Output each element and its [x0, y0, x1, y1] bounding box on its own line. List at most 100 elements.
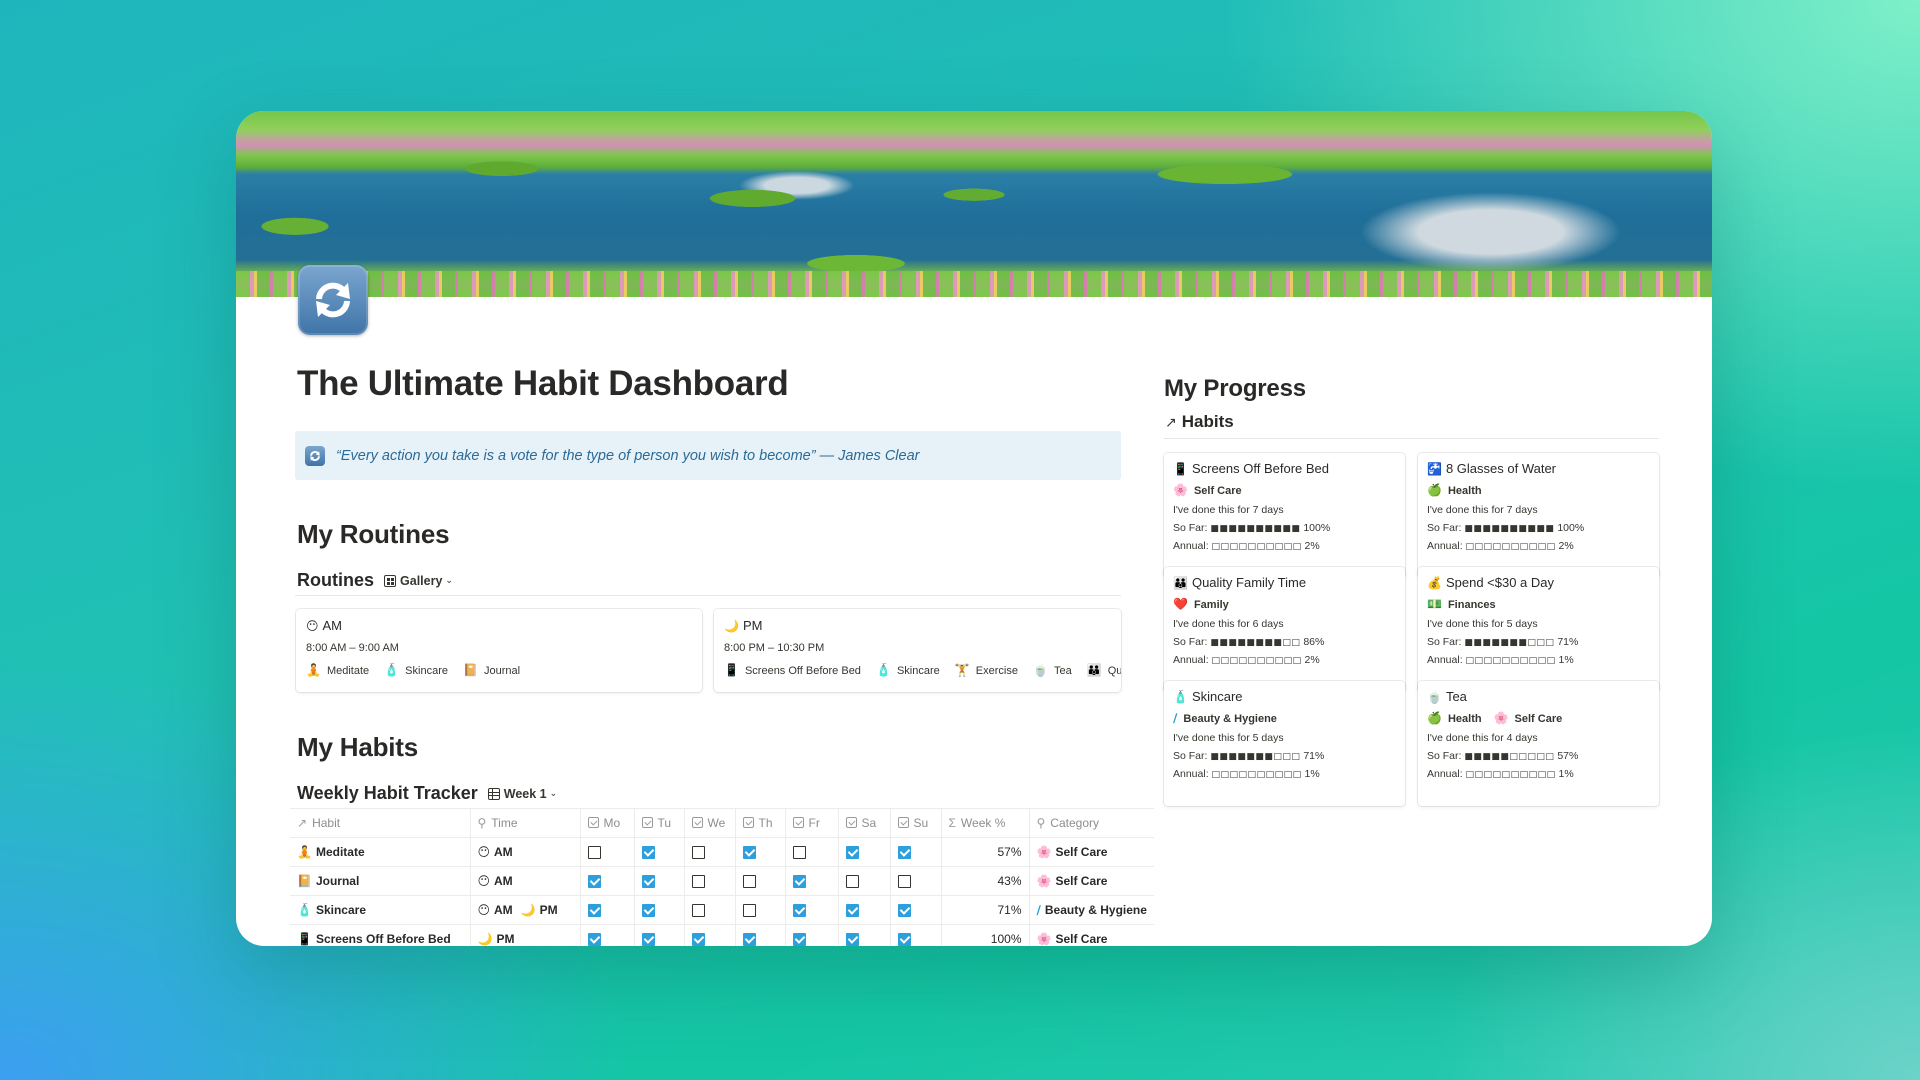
habit-progress-card[interactable]: 💰 Spend <$30 a Day 💵 Finances I've done this… [1418, 567, 1659, 692]
day-checkbox[interactable] [792, 933, 806, 946]
day-checkbox[interactable] [587, 904, 601, 918]
day-cell [735, 866, 786, 896]
day-checkbox[interactable] [792, 846, 806, 860]
category-label[interactable]: Family [1194, 599, 1229, 611]
day-checkbox[interactable] [742, 846, 756, 860]
category-label[interactable]: Health [1448, 485, 1482, 497]
day-checkbox[interactable] [587, 933, 601, 946]
habit-progress-card[interactable]: 👪 Quality Family Time ❤️ Family I've done th… [1164, 567, 1405, 692]
lotion-icon: 🧴 [384, 663, 400, 677]
day-checkbox[interactable] [792, 875, 806, 889]
day-checkbox[interactable] [845, 933, 859, 946]
habit-cell[interactable]: 📔 Journal [290, 866, 471, 896]
category-label[interactable]: Finances [1448, 599, 1496, 611]
column-header-day[interactable]: Th [735, 808, 786, 838]
day-checkbox[interactable] [897, 875, 911, 889]
repeat-arrows-icon[interactable] [298, 265, 368, 335]
category-cell[interactable]: 🌸 Self Care [1029, 837, 1154, 867]
habit-cell[interactable]: 🧘 Meditate [290, 837, 471, 867]
habit-cell[interactable]: 📱 Screens Off Before Bed [290, 924, 471, 946]
day-checkbox[interactable] [845, 875, 859, 889]
day-cell [580, 837, 635, 867]
day-cell [785, 895, 839, 925]
table-row[interactable]: 📔 Journal 😶 AM 43% 🌸 Self Care [290, 866, 1154, 896]
day-checkbox[interactable] [587, 846, 601, 860]
so-far-progress: So Far: ■■■■■□□□□□ 57% [1427, 750, 1579, 762]
day-checkbox[interactable] [742, 875, 756, 889]
category-cell[interactable]: 🌸 Self Care [1029, 866, 1154, 896]
day-checkbox[interactable] [691, 875, 705, 889]
day-cell [684, 895, 736, 925]
days-done-text: I've done this for 5 days [1173, 732, 1284, 744]
day-checkbox[interactable] [641, 933, 655, 946]
category-label[interactable]: Self Care [1515, 713, 1563, 725]
routine-time: 8:00 AM – 9:00 AM [306, 642, 399, 654]
habit-progress-card[interactable]: 🚰 8 Glasses of Water 🍏 Health I've done this… [1418, 453, 1659, 578]
day-checkbox[interactable] [691, 933, 705, 946]
face-icon: 😶 [306, 618, 319, 633]
table-row[interactable]: 📱 Screens Off Before Bed 🌙 PM 100% 🌸 Self Care [290, 924, 1154, 946]
column-header-day[interactable]: Mo [580, 808, 635, 838]
progress-db-title[interactable]: Habits [1182, 412, 1234, 432]
time-cell[interactable]: 😶 AM [470, 866, 581, 896]
habit-progress-card[interactable]: 🧴 Skincare ∕ Beauty & Hygiene I've done this… [1164, 681, 1405, 806]
time-cell[interactable]: 😶 AM [470, 837, 581, 867]
category-label[interactable]: Health [1448, 713, 1482, 725]
annual-progress: Annual: □□□□□□□□□□ 1% [1427, 768, 1574, 780]
column-header-day[interactable]: Tu [634, 808, 685, 838]
category-label[interactable]: Beauty & Hygiene [1183, 713, 1277, 725]
time-cell[interactable]: 🌙 PM [470, 924, 581, 946]
annual-bar: □□□□□□□□□□ [1465, 656, 1556, 666]
day-checkbox[interactable] [742, 904, 756, 918]
habit-progress-card[interactable]: 📱 Screens Off Before Bed 🌸 Self Care I've do… [1164, 453, 1405, 578]
column-header-habit[interactable]: ↗ Habit [290, 808, 471, 838]
time-cell[interactable]: 😶 AM 🌙 PM [470, 895, 581, 925]
day-checkbox[interactable] [792, 904, 806, 918]
tracker-view-selector[interactable]: Week 1 ⌄ [487, 787, 557, 801]
column-header-day[interactable]: Fr [785, 808, 839, 838]
day-checkbox[interactable] [845, 846, 859, 860]
routine-habit-label: Journal [483, 665, 521, 677]
routine-card-am[interactable]: 😶 AM 8:00 AM – 9:00 AM 🧘 Meditate 🧴 Skincar… [296, 609, 702, 692]
day-checkbox[interactable] [641, 846, 655, 860]
day-checkbox[interactable] [897, 933, 911, 946]
routine-habit-label: Quality Fam [1107, 665, 1121, 677]
column-header-day[interactable]: We [684, 808, 736, 838]
habit-cell[interactable]: 🧴 Skincare [290, 895, 471, 925]
time-label: PM [539, 903, 558, 917]
card-categories: ❤️ Family [1173, 597, 1396, 611]
column-header-day[interactable]: Sa [838, 808, 891, 838]
habit-icon: 📱 [297, 932, 312, 946]
cover-image[interactable] [236, 111, 1712, 297]
habit-progress-card[interactable]: 🍵 Tea 🍏 Health 🌸 Self Care I've done this for … [1418, 681, 1659, 806]
routines-db-title[interactable]: Routines [297, 570, 374, 591]
table-row[interactable]: 🧴 Skincare 😶 AM 🌙 PM 71% ∕ Beauty & Hygiene [290, 895, 1154, 925]
table-row[interactable]: 🧘 Meditate 😶 AM 57% 🌸 Self Care [290, 837, 1154, 867]
routine-title: AM [322, 618, 343, 633]
day-checkbox[interactable] [691, 846, 705, 860]
category-cell[interactable]: ∕ Beauty & Hygiene [1029, 895, 1154, 925]
column-header-week-pct[interactable]: Σ Week % [941, 808, 1030, 838]
day-checkbox[interactable] [897, 846, 911, 860]
day-checkbox[interactable] [691, 904, 705, 918]
day-checkbox[interactable] [641, 875, 655, 889]
day-checkbox[interactable] [845, 904, 859, 918]
routine-card-pm[interactable]: 🌙 PM 8:00 PM – 10:30 PM 📱 Screens Off Befo… [714, 609, 1121, 692]
column-header-category[interactable]: ⚲ Category [1029, 808, 1154, 838]
day-checkbox[interactable] [587, 875, 601, 889]
day-checkbox[interactable] [742, 933, 756, 946]
column-header-time[interactable]: ⚲ Time [470, 808, 581, 838]
category-label[interactable]: Self Care [1194, 485, 1242, 497]
page-title[interactable]: The Ultimate Habit Dashboard [297, 364, 789, 404]
day-checkbox[interactable] [897, 904, 911, 918]
tracker-db-title[interactable]: Weekly Habit Tracker [297, 783, 478, 804]
category-cell[interactable]: 🌸 Self Care [1029, 924, 1154, 946]
quote-callout[interactable]: “Every action you take is a vote for the… [295, 431, 1121, 480]
chevron-down-icon: ⌄ [445, 575, 453, 585]
day-checkbox[interactable] [641, 904, 655, 918]
column-header-day[interactable]: Su [890, 808, 942, 838]
day-cell [838, 866, 891, 896]
day-cell [735, 837, 786, 867]
day-cell [785, 837, 839, 867]
routines-view-selector[interactable]: Gallery ⌄ [384, 574, 453, 588]
